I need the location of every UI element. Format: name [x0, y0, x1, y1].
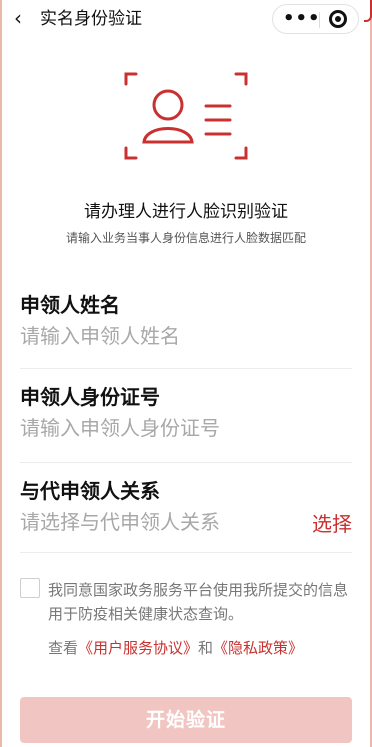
page-title: 实名身份验证 [40, 9, 142, 29]
privacy-policy-link[interactable]: 《隐私政策》 [213, 639, 303, 657]
relation-input[interactable] [20, 508, 300, 536]
user-agreement-link[interactable]: 《用户服务协议》 [78, 639, 198, 657]
applicant-id-label: 申领人身份证号 [20, 385, 160, 409]
relation-select-button[interactable]: 选择 [312, 510, 352, 538]
relation-field: 与代申领人关系 选择 [20, 478, 352, 536]
divider [20, 462, 352, 463]
left-edge [0, 0, 2, 747]
mini-program-capsule: ••• [272, 4, 359, 34]
divider [20, 368, 352, 369]
divider [20, 552, 352, 553]
and-text: 和 [198, 639, 214, 657]
face-scan-icon [124, 72, 248, 160]
applicant-id-field: 申领人身份证号 [20, 384, 352, 442]
target-circle-icon[interactable] [329, 10, 347, 28]
consent-checkbox[interactable] [20, 578, 40, 598]
applicant-name-input[interactable] [20, 322, 300, 350]
applicant-name-label: 申领人姓名 [20, 293, 120, 317]
applicant-name-field: 申领人姓名 [20, 292, 352, 350]
verification-subheading: 请输入业务当事人身份信息进行人脸数据匹配 [65, 231, 306, 245]
consent-text: 我同意国家政务服务平台使用我所提交的信息用于防疫相关健康状态查询。 [48, 581, 349, 623]
back-chevron-icon[interactable]: ‹ [14, 8, 22, 28]
navigation-bar: ‹ 实名身份验证 ••• [0, 0, 372, 38]
start-verification-button[interactable]: 开始验证 [20, 697, 352, 743]
view-prefix: 查看 [48, 639, 79, 657]
relation-label: 与代申领人关系 [20, 479, 160, 503]
applicant-id-input[interactable] [20, 414, 300, 442]
agreements-line: 查看《用户服务协议》和《隐私政策》 [48, 636, 348, 660]
verification-heading: 请办理人进行人脸识别验证 [84, 202, 288, 222]
more-dots-icon[interactable]: ••• [283, 5, 320, 33]
capsule-divider [319, 12, 320, 28]
